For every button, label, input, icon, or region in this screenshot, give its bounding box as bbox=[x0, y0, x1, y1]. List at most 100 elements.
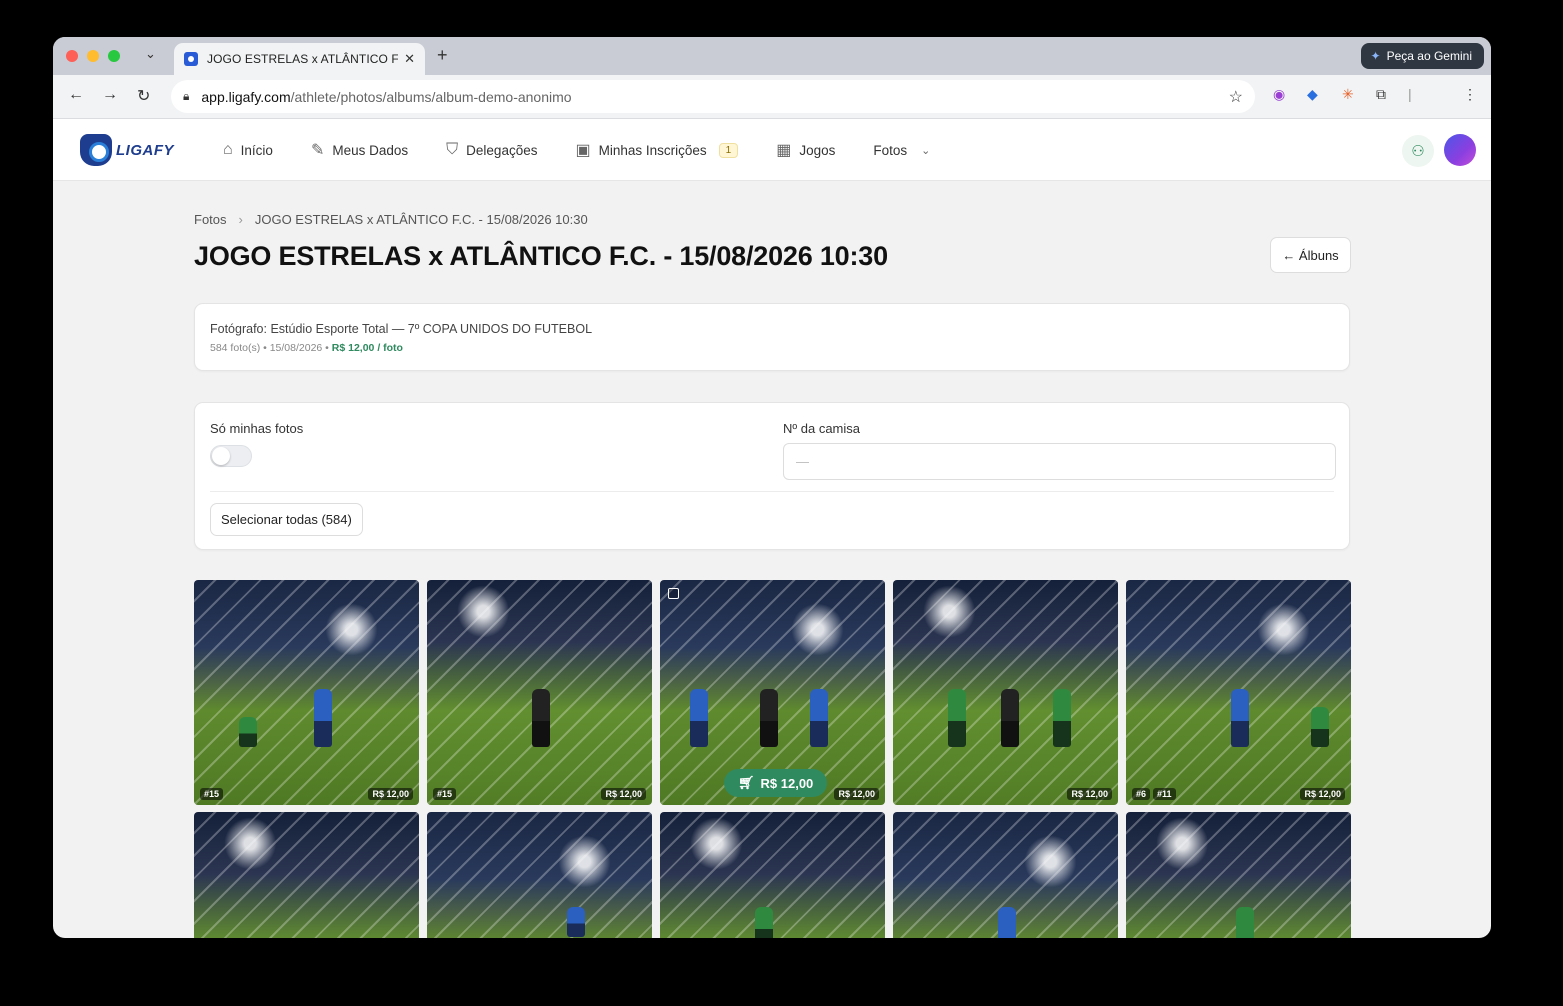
close-window-button[interactable] bbox=[66, 50, 78, 62]
photo-card[interactable]: R$ 12,00 bbox=[893, 580, 1118, 805]
shirt-tag: #15 bbox=[433, 788, 457, 800]
photo-price: R$ 12,00 bbox=[834, 788, 879, 800]
breadcrumb: Fotos › JOGO ESTRELAS x ATLÂNTICO F.C. -… bbox=[194, 212, 588, 227]
nav-label: Delegações bbox=[466, 142, 538, 158]
site-info-icon[interactable]: 🔒︎ bbox=[183, 89, 189, 104]
breadcrumb-root[interactable]: Fotos bbox=[194, 212, 227, 227]
forward-arrow-icon[interactable]: → bbox=[102, 86, 118, 104]
photo-subject bbox=[755, 907, 773, 938]
photo-tags: #15 bbox=[433, 788, 457, 800]
cart-price: R$ 12,00 bbox=[760, 775, 814, 791]
photo-card[interactable] bbox=[660, 812, 885, 938]
team-switch-icon[interactable]: ⚇ bbox=[1402, 135, 1434, 167]
ligafy-favicon-icon bbox=[184, 52, 198, 66]
photo-card[interactable] bbox=[893, 812, 1118, 938]
toggle-knob bbox=[212, 447, 230, 465]
photo-card[interactable] bbox=[427, 812, 652, 938]
photo-card[interactable] bbox=[194, 812, 419, 938]
logo-text: LIGAFY bbox=[116, 141, 174, 159]
nav-label: Fotos bbox=[873, 142, 908, 158]
nav-item-jogos[interactable]: ▦ Jogos bbox=[776, 140, 835, 160]
filters-card: Só minhas fotos Nº da camisa Selecionar … bbox=[194, 402, 1350, 550]
browser-window: ⌄ JOGO ESTRELAS x ATLÂNTICO F.C. ✕ + ✦ P… bbox=[53, 37, 1491, 938]
new-tab-icon[interactable]: + bbox=[437, 45, 448, 66]
reload-icon[interactable]: ↻ bbox=[137, 86, 150, 106]
photo-price: R$ 12,00 bbox=[1067, 788, 1112, 800]
tab-strip: ⌄ JOGO ESTRELAS x ATLÂNTICO F.C. ✕ + ✦ P… bbox=[53, 37, 1491, 75]
calendar-icon: ▦ bbox=[776, 142, 792, 159]
nav-label: Jogos bbox=[799, 142, 836, 158]
photographer-text: Fotógrafo: Estúdio Esporte Total — 7º CO… bbox=[210, 322, 593, 336]
gemini-button[interactable]: ✦ Peça ao Gemini bbox=[1360, 43, 1484, 69]
maximize-window-button[interactable] bbox=[108, 50, 120, 62]
photo-subject bbox=[567, 907, 585, 937]
clipboard-icon: ▣ bbox=[575, 142, 591, 159]
photo-select-checkbox[interactable] bbox=[668, 588, 679, 599]
photo-card[interactable]: #6 #11 R$ 12,00 bbox=[1126, 580, 1351, 805]
photo-subject bbox=[1311, 707, 1329, 747]
inscricoes-count-badge: 1 bbox=[718, 142, 739, 158]
price-per-photo: R$ 12,00 / foto bbox=[331, 342, 403, 354]
shirt-number-input[interactable] bbox=[783, 443, 1336, 480]
tab-title: JOGO ESTRELAS x ATLÂNTICO F.C. bbox=[207, 52, 399, 66]
url-host: app.ligafy.com bbox=[201, 88, 291, 105]
photo-price: R$ 12,00 bbox=[368, 788, 413, 800]
photo-grid: #15 R$ 12,00 #15 R$ 12,00 🛒︎ R$ 12,00 R$… bbox=[194, 580, 1351, 938]
select-all-button[interactable]: Selecionar todas (584) bbox=[210, 503, 363, 536]
avatar[interactable] bbox=[1444, 134, 1476, 166]
gemini-label: Peça ao Gemini bbox=[1386, 49, 1472, 63]
close-tab-icon[interactable]: ✕ bbox=[404, 51, 415, 67]
nav-item-inicio[interactable]: ⌂ Início bbox=[223, 141, 273, 159]
photo-subject bbox=[1001, 689, 1019, 747]
page-title: JOGO ESTRELAS x ATLÂNTICO F.C. - 15/08/2… bbox=[194, 241, 888, 271]
nav-item-fotos[interactable]: Fotos ⌄ bbox=[873, 143, 930, 158]
bookmark-star-icon[interactable]: ☆ bbox=[1229, 87, 1243, 107]
photo-subject bbox=[998, 907, 1016, 938]
photo-tags: #15 bbox=[200, 788, 224, 800]
photo-subject bbox=[314, 689, 332, 747]
photo-subject bbox=[532, 689, 550, 747]
photo-tags: #6 #11 bbox=[1132, 788, 1176, 800]
extension-tag-icon[interactable]: ◆ bbox=[1307, 86, 1318, 103]
back-arrow-icon[interactable]: ← bbox=[68, 86, 84, 104]
add-to-cart-button[interactable]: 🛒︎ R$ 12,00 bbox=[724, 769, 828, 797]
home-icon: ⌂ bbox=[223, 141, 233, 158]
photo-card[interactable]: #15 R$ 12,00 bbox=[427, 580, 652, 805]
browser-menu-icon[interactable]: ⋮ bbox=[1463, 86, 1477, 103]
photo-price: R$ 12,00 bbox=[1300, 788, 1345, 800]
gemini-sparkle-icon: ✦ bbox=[1370, 49, 1381, 63]
photo-subject bbox=[1236, 907, 1254, 938]
only-mine-toggle[interactable] bbox=[210, 445, 252, 467]
back-to-albums-button[interactable]: ← Álbuns bbox=[1270, 237, 1351, 273]
only-mine-label: Só minhas fotos bbox=[210, 421, 304, 436]
breadcrumb-current: JOGO ESTRELAS x ATLÂNTICO F.C. - 15/08/2… bbox=[254, 212, 588, 227]
chevron-down-icon: ⌄ bbox=[921, 144, 931, 157]
active-tab[interactable]: JOGO ESTRELAS x ATLÂNTICO F.C. ✕ bbox=[174, 43, 425, 75]
photo-subject bbox=[1231, 689, 1249, 747]
ligafy-logo[interactable]: LIGAFY bbox=[80, 134, 174, 166]
album-meta-text: 584 foto(s) • 15/08/2026 • bbox=[210, 342, 329, 354]
app-header: LIGAFY ⌂ Início ✎ Meus Dados ⛉ Delegaçõe… bbox=[53, 119, 1491, 181]
nav-label: Meus Dados bbox=[332, 142, 409, 158]
photo-subject bbox=[948, 689, 966, 747]
photo-subject bbox=[760, 689, 778, 747]
browser-toolbar: ← → ↻ 🔒︎ app.ligafy.com/athlete/photos/a… bbox=[53, 75, 1491, 119]
filters-divider bbox=[210, 491, 1334, 492]
tab-search-icon[interactable]: ⌄ bbox=[145, 46, 156, 62]
nav-item-delegacoes[interactable]: ⛉ Delegações bbox=[446, 141, 537, 159]
photo-card[interactable] bbox=[1126, 812, 1351, 938]
url-path: /athlete/photos/albums/album-demo-anonim… bbox=[290, 88, 572, 105]
extension-broadcast-icon[interactable]: ◉ bbox=[1273, 86, 1285, 103]
nav-item-meus-dados[interactable]: ✎ Meus Dados bbox=[311, 140, 408, 160]
shirt-number-label: Nº da camisa bbox=[783, 421, 860, 436]
extension-burst-icon[interactable]: ✳ bbox=[1342, 86, 1354, 103]
address-bar[interactable]: 🔒︎ app.ligafy.com/athlete/photos/albums/… bbox=[171, 80, 1255, 113]
album-info-card: Fotógrafo: Estúdio Esporte Total — 7º CO… bbox=[194, 303, 1350, 371]
nav-item-minhas-inscricoes[interactable]: ▣ Minhas Inscrições 1 bbox=[575, 140, 739, 160]
nav-label: Minhas Inscrições bbox=[598, 142, 707, 158]
extensions-puzzle-icon[interactable]: ⧉ bbox=[1376, 86, 1386, 103]
photo-card[interactable]: 🛒︎ R$ 12,00 R$ 12,00 bbox=[660, 580, 885, 805]
cart-icon: 🛒︎ bbox=[738, 775, 755, 790]
minimize-window-button[interactable] bbox=[87, 50, 99, 62]
photo-card[interactable]: #15 R$ 12,00 bbox=[194, 580, 419, 805]
